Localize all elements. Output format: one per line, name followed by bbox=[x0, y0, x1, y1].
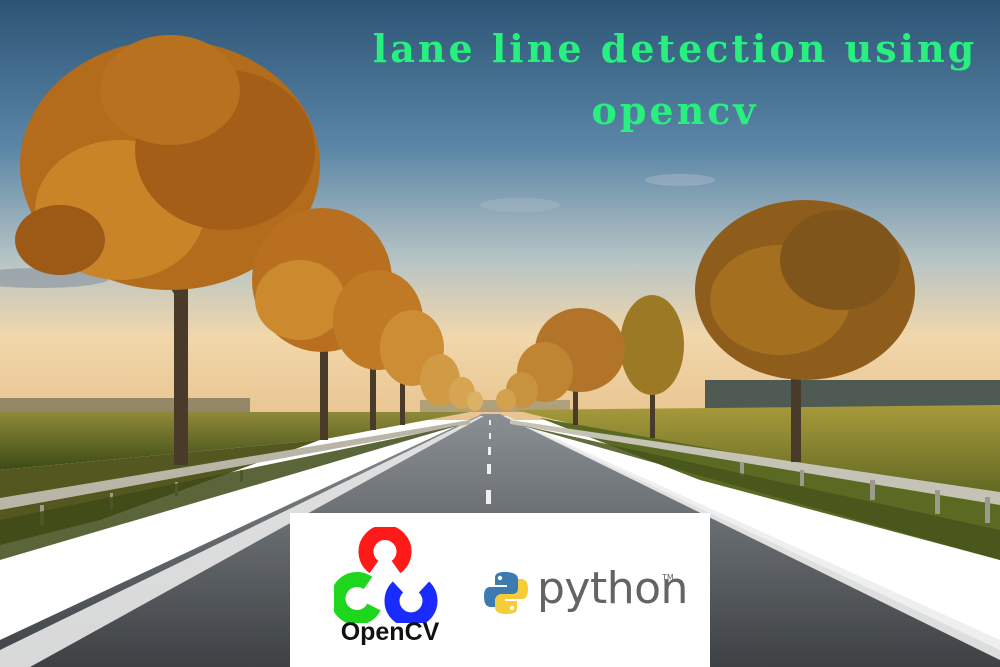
logo-card: OpenCV python TM bbox=[290, 513, 710, 667]
opencv-label: OpenCV bbox=[340, 618, 440, 646]
opencv-logo-icon bbox=[334, 527, 438, 623]
page-title: lane line detection using opencv bbox=[372, 26, 978, 133]
python-trademark: TM bbox=[662, 573, 674, 582]
python-logo-icon bbox=[484, 572, 528, 614]
python-label: python bbox=[537, 563, 688, 614]
